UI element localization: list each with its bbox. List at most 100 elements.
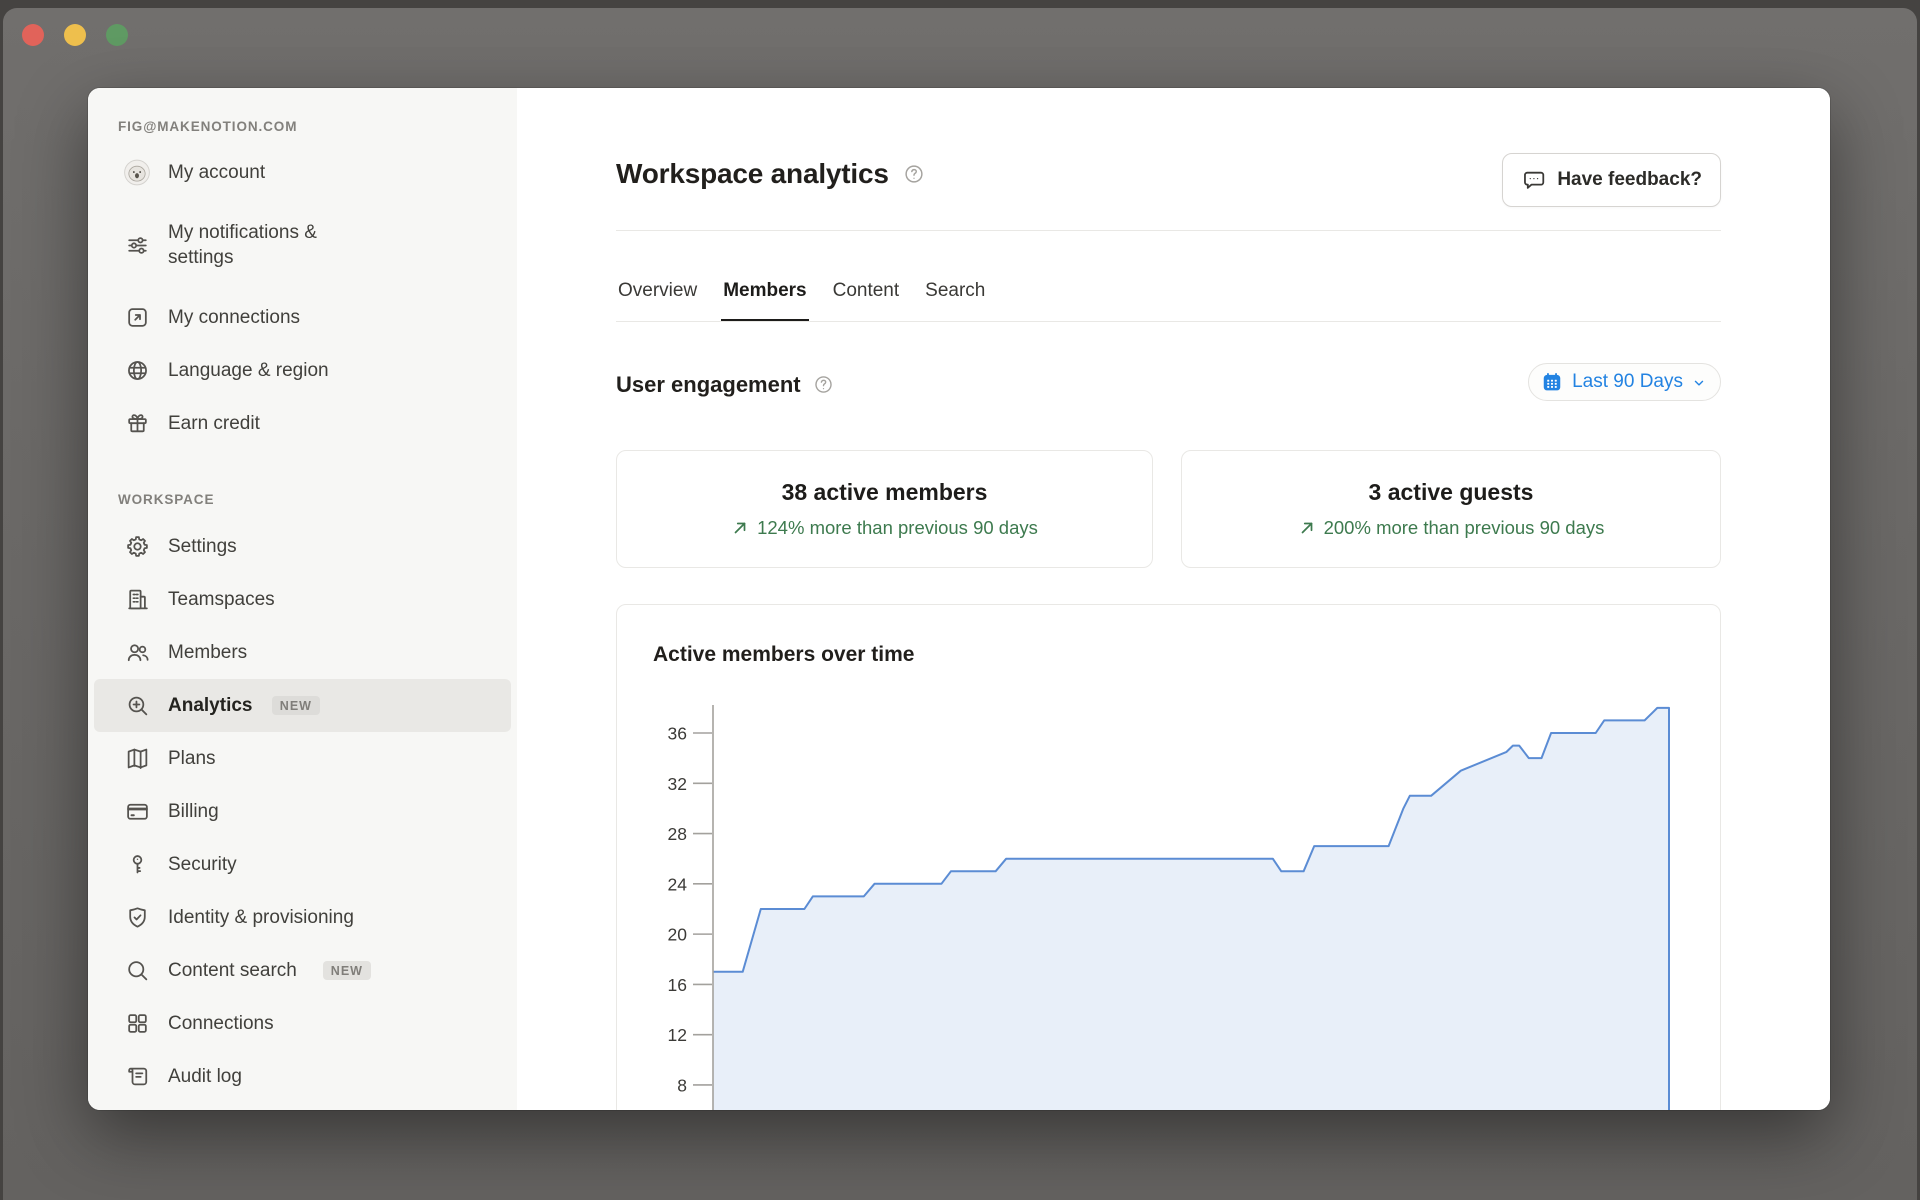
sidebar-item-label: Members <box>168 640 247 665</box>
page-title: Workspace analytics <box>616 158 889 190</box>
stat-delta: 200% more than previous 90 days <box>1298 517 1605 539</box>
sidebar-item-members[interactable]: Members <box>94 626 511 679</box>
calendar-icon <box>1541 371 1563 393</box>
gift-icon <box>123 410 151 438</box>
svg-text:24: 24 <box>668 874 688 894</box>
stat-card: 38 active members 124% more than previou… <box>616 450 1153 568</box>
chart-title: Active members over time <box>653 643 914 667</box>
credit-card-icon <box>123 798 151 826</box>
account-email-label: FIG@MAKENOTION.COM <box>118 119 297 134</box>
tab-label: Search <box>925 280 985 302</box>
shield-check-icon <box>123 904 151 932</box>
sidebar-item-label: Plans <box>168 746 216 771</box>
sidebar-item-label: My connections <box>168 305 300 330</box>
sidebar-item-label: Billing <box>168 799 219 824</box>
sidebar-item-label: Analytics <box>168 693 252 718</box>
svg-text:28: 28 <box>668 824 687 844</box>
stat-delta: 124% more than previous 90 days <box>731 517 1038 539</box>
svg-text:12: 12 <box>668 1025 687 1045</box>
sidebar-item-billing[interactable]: Billing <box>94 785 511 838</box>
help-circle-icon[interactable] <box>903 163 925 185</box>
svg-text:8: 8 <box>677 1075 687 1095</box>
sidebar-item-label: Audit log <box>168 1064 242 1089</box>
sidebar-item-my-notifications-settings[interactable]: My notifications & settings <box>94 199 511 291</box>
sidebar-item-label: Connections <box>168 1011 274 1036</box>
sidebar-item-label: Content search <box>168 958 297 983</box>
scroll-icon <box>123 1063 151 1091</box>
help-circle-icon[interactable] <box>813 374 835 396</box>
settings-window: FIG@MAKENOTION.COM My account My notific… <box>88 88 1830 1110</box>
gear-icon <box>123 533 151 561</box>
tab-overview[interactable]: Overview <box>616 262 699 321</box>
analytics-main-panel: Workspace analytics Have feedback? Overv… <box>517 88 1830 1110</box>
sidebar-item-label: Security <box>168 852 237 877</box>
sidebar-item-identity-provisioning[interactable]: Identity & provisioning <box>94 891 511 944</box>
close-window-button[interactable] <box>22 24 44 46</box>
have-feedback-label: Have feedback? <box>1557 169 1702 191</box>
speech-bubble-icon <box>1521 168 1546 193</box>
sidebar-item-teamspaces[interactable]: Teamspaces <box>94 573 511 626</box>
sidebar-item-earn-credit[interactable]: Earn credit <box>94 397 511 450</box>
chart-svg: 36 32 28 24 20 16 12 8 <box>617 701 1722 1110</box>
people-icon <box>123 639 151 667</box>
sidebar-item-audit-log[interactable]: Audit log <box>94 1050 511 1103</box>
sidebar-item-content-search[interactable]: Content search NEW <box>94 944 511 997</box>
tab-label: Members <box>723 280 806 302</box>
sidebar-item-label: My account <box>168 160 265 185</box>
sidebar-item-plans[interactable]: Plans <box>94 732 511 785</box>
have-feedback-button[interactable]: Have feedback? <box>1502 153 1721 207</box>
sidebar-item-label: Teamspaces <box>168 587 275 612</box>
settings-sidebar: FIG@MAKENOTION.COM My account My notific… <box>88 88 517 1110</box>
map-icon <box>123 745 151 773</box>
sidebar-item-label: My notifications & settings <box>168 220 317 270</box>
user-engagement-header: User engagement <box>616 372 835 398</box>
active-members-chart-card: Active members over time 36 32 28 24 20 16 12 8 <box>616 604 1721 1110</box>
svg-text:32: 32 <box>668 774 687 794</box>
chevron-down-icon <box>1692 376 1706 390</box>
sidebar-item-connections[interactable]: Connections <box>94 997 511 1050</box>
header-divider <box>616 230 1721 231</box>
arrow-up-right-icon <box>1298 519 1316 537</box>
date-range-label: Last 90 Days <box>1572 371 1683 393</box>
stat-value: 3 active guests <box>1369 479 1534 506</box>
sidebar-item-settings[interactable]: Settings <box>94 520 511 573</box>
stat-card: 3 active guests 200% more than previous … <box>1181 450 1721 568</box>
tab-label: Overview <box>618 280 697 302</box>
arrow-out-box-icon <box>123 304 151 332</box>
sidebar-item-my-connections[interactable]: My connections <box>94 291 511 344</box>
building-icon <box>123 586 151 614</box>
user-engagement-title: User engagement <box>616 372 801 398</box>
stat-value: 38 active members <box>782 479 988 506</box>
tab-members[interactable]: Members <box>721 262 808 321</box>
avatar-icon <box>123 159 151 187</box>
date-range-selector[interactable]: Last 90 Days <box>1528 363 1721 401</box>
sidebar-item-label: Settings <box>168 534 237 559</box>
minimize-window-button[interactable] <box>64 24 86 46</box>
zoom-window-button[interactable] <box>106 24 128 46</box>
analytics-tab-bar: Overview Members Content Search <box>616 262 1721 322</box>
svg-text:20: 20 <box>668 925 688 945</box>
grid-icon <box>123 1010 151 1038</box>
sidebar-item-label: Language & region <box>168 358 329 383</box>
sliders-icon <box>123 231 151 259</box>
sidebar-item-label: Identity & provisioning <box>168 905 354 930</box>
sidebar-item-language-region[interactable]: Language & region <box>94 344 511 397</box>
sidebar-item-security[interactable]: Security <box>94 838 511 891</box>
engagement-stat-cards: 38 active members 124% more than previou… <box>616 450 1721 568</box>
sidebar-item-my-account[interactable]: My account <box>94 146 511 199</box>
magnifier-icon <box>123 957 151 985</box>
globe-icon <box>123 357 151 385</box>
page-header: Workspace analytics <box>616 158 925 190</box>
key-icon <box>123 851 151 879</box>
tab-label: Content <box>833 280 900 302</box>
tab-content[interactable]: Content <box>831 262 902 321</box>
workspace-section-label: WORKSPACE <box>118 492 214 507</box>
new-badge: NEW <box>323 961 371 980</box>
svg-text:16: 16 <box>668 975 687 995</box>
window-controls <box>22 24 128 46</box>
arrow-up-right-icon <box>731 519 749 537</box>
sidebar-item-analytics[interactable]: Analytics NEW <box>94 679 511 732</box>
tab-search[interactable]: Search <box>923 262 987 321</box>
magnifier-plus-icon <box>123 692 151 720</box>
svg-text:36: 36 <box>668 724 687 744</box>
